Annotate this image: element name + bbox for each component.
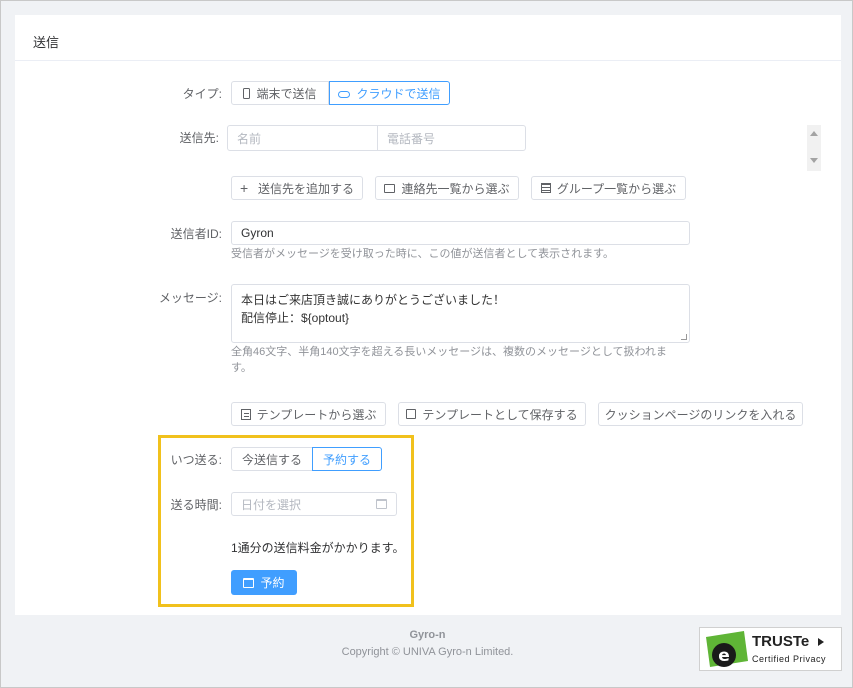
type-label: タイプ:: [182, 87, 222, 101]
select-contacts-button[interactable]: 連絡先一覧から選ぶ: [375, 176, 519, 200]
message-help-line1: 全角46文字、半角140文字を超える長いメッセージは、複数のメッセージとして扱わ…: [231, 346, 667, 358]
cloud-icon: [338, 90, 351, 98]
cloud-send-button[interactable]: クラウドで送信: [329, 81, 450, 105]
choose-template-button[interactable]: テンプレートから選ぶ: [231, 402, 386, 426]
sender-label: 送信者ID:: [170, 227, 222, 241]
truste-badge[interactable]: e TRUSTe Certified Privacy: [699, 627, 842, 671]
date-picker-input[interactable]: 日付を選択: [231, 492, 397, 516]
calendar-icon: [376, 499, 387, 509]
recipients-label: 送信先:: [179, 131, 219, 145]
recipients-scrollbar[interactable]: [807, 125, 821, 171]
reserve-submit-button[interactable]: 予約: [231, 570, 297, 595]
scroll-up-arrow-icon[interactable]: [810, 131, 818, 136]
scroll-down-arrow-icon[interactable]: [810, 158, 818, 163]
message-label: メッセージ:: [158, 291, 222, 305]
contact-book-icon: [384, 183, 396, 193]
send-now-button[interactable]: 今送信する: [231, 447, 313, 471]
message-textarea[interactable]: 本日はご来店頂き誠にありがとうございました！ 配信停止：${optout}: [231, 284, 690, 343]
device-send-button[interactable]: 端末で送信: [231, 81, 329, 105]
sender-id-input[interactable]: Gyron: [231, 221, 690, 245]
schedule-button[interactable]: 予約する: [312, 447, 382, 471]
group-list-icon: [540, 183, 551, 193]
plus-icon: +: [239, 180, 249, 196]
play-arrow-icon: [818, 638, 824, 646]
template-icon: [240, 408, 251, 420]
sender-help-text: 受信者がメッセージを受け取った時に、この値が送信者として表示されます。: [231, 248, 615, 260]
resize-handle-icon[interactable]: [681, 334, 687, 340]
save-template-button[interactable]: テンプレートとして保存する: [398, 402, 586, 426]
phone-icon: [243, 87, 251, 99]
truste-logo-icon: e: [706, 631, 748, 667]
calendar-icon: [243, 577, 255, 588]
cost-note: 1通分の送信料金がかかります。: [231, 541, 405, 555]
add-recipient-button[interactable]: + 送信先を追加する: [231, 176, 363, 200]
svg-text:e: e: [718, 646, 730, 666]
insert-cushion-link-button[interactable]: クッションページのリンクを入れる: [598, 402, 803, 426]
message-help-line2: す。: [231, 362, 252, 374]
card-title: 送信: [15, 15, 841, 61]
select-groups-button[interactable]: グループ一覧から選ぶ: [531, 176, 686, 200]
save-icon: [406, 409, 417, 419]
when-label: いつ送る:: [170, 453, 222, 467]
truste-certified: Certified Privacy: [752, 654, 827, 664]
time-label: 送る時間:: [170, 498, 222, 512]
recipient-phone-input[interactable]: 電話番号: [377, 125, 526, 151]
recipient-name-input[interactable]: 名前: [227, 125, 378, 151]
truste-brand: TRUSTe: [752, 633, 810, 650]
